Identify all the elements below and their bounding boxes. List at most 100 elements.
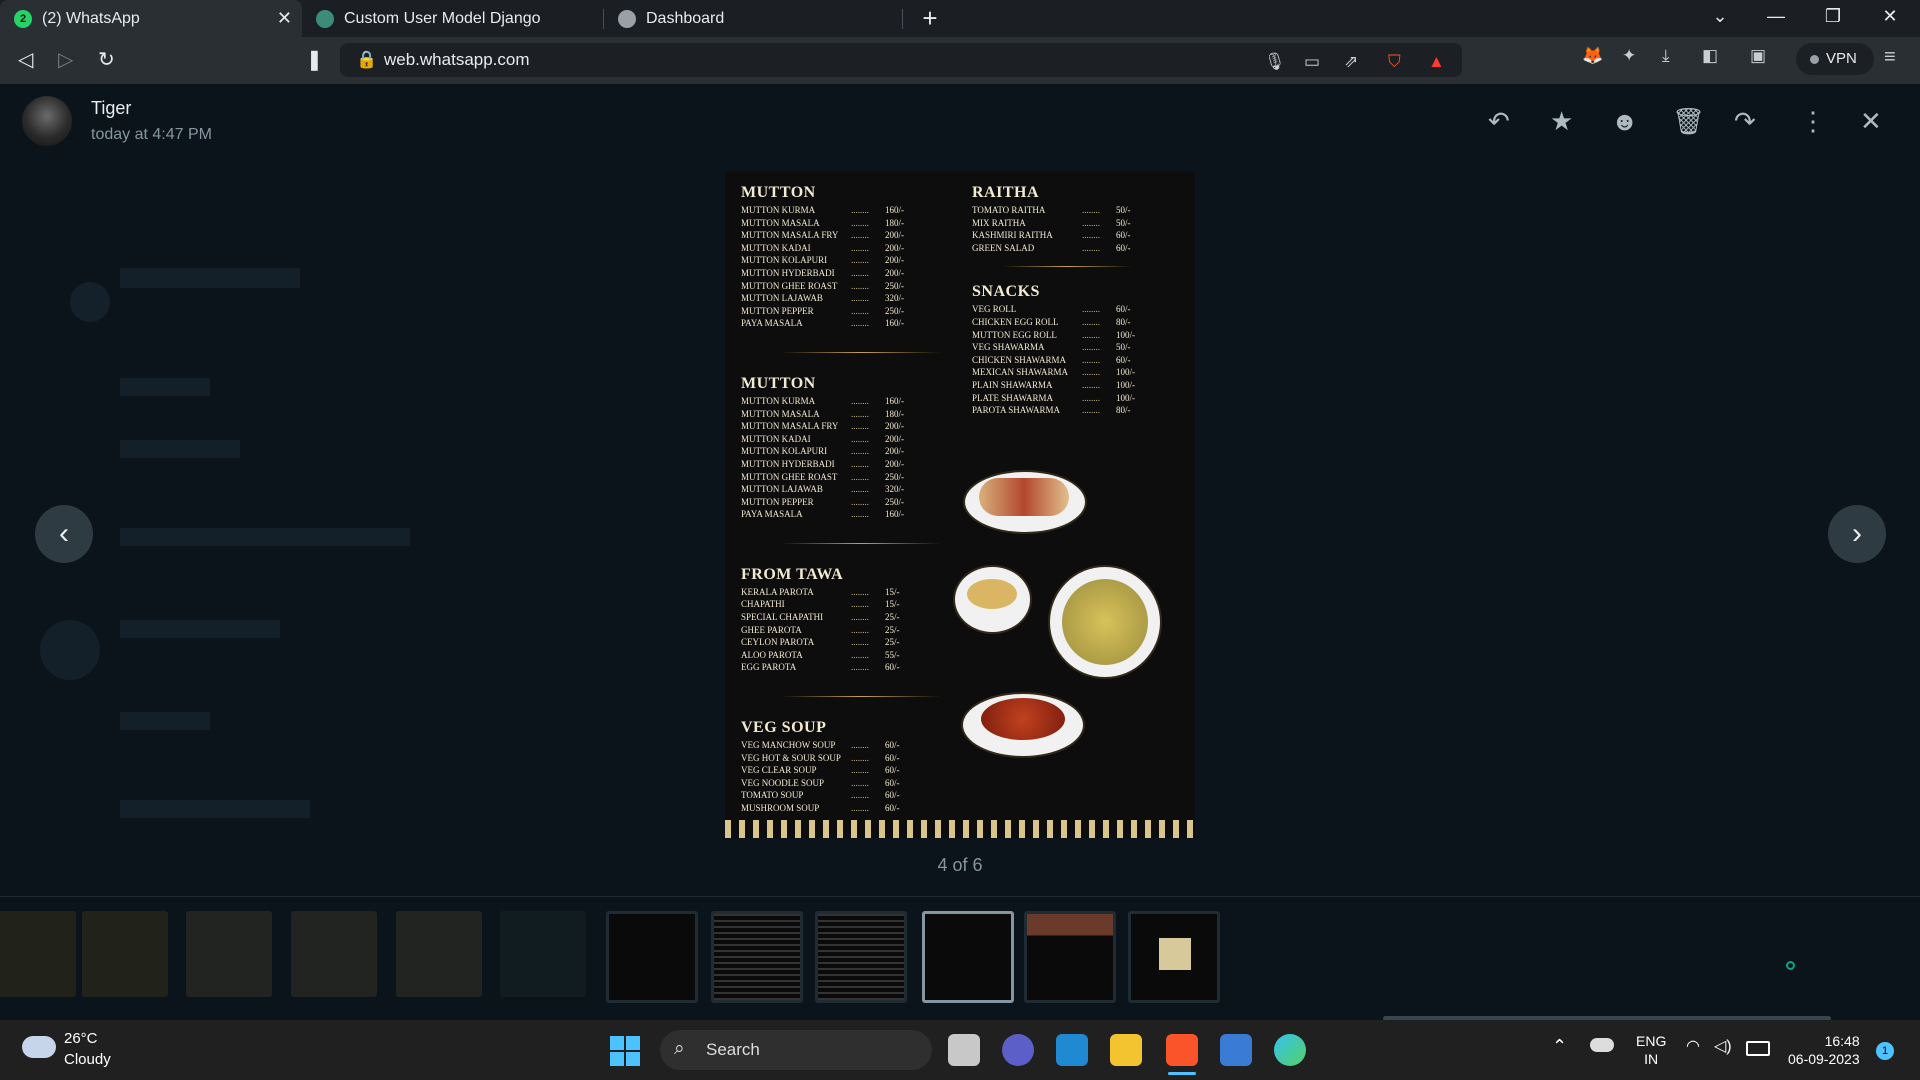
leader-dots: ........ [851, 790, 869, 801]
leader-dots: ........ [851, 305, 869, 316]
edge-icon[interactable] [1274, 1034, 1306, 1066]
share-icon[interactable]: ⇗ [1344, 52, 1358, 72]
volume-icon[interactable]: ◁) [1714, 1036, 1732, 1056]
menu-item: MUTTON GHEE ROAST........ 250/- [741, 280, 951, 293]
system-clock[interactable]: 16:48 06-09-2023 [1788, 1032, 1860, 1068]
menu-item: KASHMIRI RAITHA........ 60/- [972, 229, 1182, 242]
menu-item: GHEE PAROTA........ 25/- [741, 624, 951, 637]
brave-browser-icon[interactable] [1166, 1034, 1198, 1066]
menu-icon[interactable]: ≡ [1884, 46, 1896, 69]
address-bar[interactable]: 🔒 web.whatsapp.com 🎙 ▭ ⇗ ⛉ ▲ [340, 43, 1462, 77]
media-thumbnail[interactable] [291, 911, 377, 997]
tab-search-dropdown[interactable]: ⌄ [1700, 6, 1740, 27]
tab-custom-user-model[interactable]: Custom User Model Django [302, 0, 602, 37]
media-thumbnail[interactable] [82, 911, 168, 997]
menu-item-price: 200/- [885, 421, 904, 432]
minimize-button[interactable]: — [1756, 6, 1796, 27]
previous-media-button[interactable]: ‹ [35, 505, 93, 563]
sidebar-icon[interactable]: ◧ [1702, 46, 1718, 66]
media-thumbnail[interactable] [396, 911, 482, 997]
leader-dots: ........ [851, 293, 869, 304]
reply-icon[interactable]: ↶ [1488, 106, 1510, 137]
media-thumbnail[interactable] [0, 911, 76, 997]
menu-item-price: 60/- [1116, 304, 1131, 315]
tab-dashboard[interactable]: Dashboard [604, 0, 900, 37]
close-tab-icon[interactable]: ✕ [277, 8, 292, 29]
back-icon[interactable]: ◁ [18, 47, 33, 72]
microsoft-store-icon[interactable] [1220, 1034, 1252, 1066]
menu-item: PLAIN SHAWARMA........ 100/- [972, 379, 1182, 392]
file-explorer-icon[interactable] [1110, 1034, 1142, 1066]
windows-taskbar: 26°C Cloudy ⌕ Search ⌃ ENG IN ◠ ◁) 16:48… [0, 1020, 1920, 1080]
close-viewer-icon[interactable]: ✕ [1860, 106, 1882, 137]
cloud-icon[interactable] [22, 1036, 56, 1058]
next-media-button[interactable]: › [1828, 505, 1886, 563]
reload-icon[interactable]: ↻ [98, 47, 115, 72]
globe-icon [618, 9, 636, 28]
brave-shields-icon[interactable]: ⛉ [1388, 52, 1401, 72]
forward-icon[interactable]: ▷ [58, 47, 73, 72]
download-icon[interactable]: ⤓ [1662, 46, 1670, 66]
soup-bowl-photo [955, 567, 1030, 632]
react-emoji-icon[interactable]: ☻ [1611, 106, 1638, 137]
ghost-row [120, 378, 210, 396]
metamask-icon[interactable]: 🦊 [1582, 46, 1603, 66]
menu-item: MUTTON GHEE ROAST........ 250/- [741, 471, 951, 484]
notification-badge[interactable]: 1 [1876, 1042, 1894, 1060]
battery-icon[interactable] [1746, 1041, 1770, 1056]
forward-icon[interactable]: ↷ [1734, 106, 1756, 137]
brave-rewards-icon[interactable]: ▲ [1428, 52, 1445, 72]
wifi-icon[interactable]: ◠ [1686, 1036, 1700, 1056]
menu-image: MUTTON MUTTON KURMA........ 160/- MUTTON M… [725, 172, 1195, 838]
leader-dots: ........ [851, 740, 869, 751]
menu-item: CHAPATHI........ 15/- [741, 598, 951, 611]
tab-whatsapp[interactable]: 2 (2) WhatsApp ✕ [0, 0, 302, 37]
menu-item-name: PAYA MASALA [741, 318, 803, 329]
menu-item: MUTTON MASALA FRY........ 200/- [741, 420, 951, 433]
teams-chat-icon[interactable] [1002, 1034, 1034, 1066]
vpn-button[interactable]: VPN [1796, 43, 1874, 75]
media-thumbnail[interactable] [815, 911, 907, 1003]
menu-item-price: 160/- [885, 205, 904, 215]
input-language[interactable]: ENG IN [1636, 1032, 1666, 1068]
menu-item-name: MUTTON PEPPER [741, 496, 814, 507]
more-options-icon[interactable]: ⋮ [1800, 106, 1826, 137]
bookmark-icon[interactable]: ❚ [306, 47, 323, 72]
media-thumbnail[interactable] [606, 911, 698, 1003]
menu-item: MUTTON KOLAPURI........ 200/- [741, 254, 951, 267]
sender-avatar[interactable] [22, 96, 72, 146]
taskbar-search[interactable]: ⌕ Search [660, 1030, 932, 1070]
media-thumbnail[interactable] [500, 911, 586, 997]
ornament-divider [781, 542, 941, 544]
microphone-icon[interactable]: 🎙 [1264, 52, 1286, 72]
wallet-icon[interactable]: ▣ [1750, 46, 1766, 66]
media-thumbnail-selected[interactable] [922, 911, 1014, 1003]
close-window-button[interactable]: ✕ [1870, 6, 1910, 27]
menu-item-name: MIX RAITHA [972, 217, 1026, 228]
media-thumbnail[interactable] [711, 911, 803, 1003]
menu-left-column: MUTTON MUTTON KURMA........ 160/- MUTTON M… [741, 184, 951, 815]
menu-item-price: 50/- [1116, 342, 1131, 353]
delete-icon[interactable]: 🗑 [1672, 106, 1705, 137]
extensions-icon[interactable]: ✦ [1622, 46, 1636, 66]
leader-dots: ........ [851, 446, 869, 457]
star-icon[interactable]: ★ [1550, 106, 1573, 137]
task-view-icon[interactable] [948, 1034, 980, 1066]
menu-item-price: 160/- [885, 318, 904, 329]
menu-item-name: MUTTON MASALA FRY [741, 421, 839, 432]
ghost-row [120, 620, 280, 638]
onedrive-icon[interactable] [1590, 1038, 1614, 1052]
media-thumbnail[interactable] [186, 911, 272, 997]
start-icon[interactable] [610, 1036, 640, 1066]
restore-button[interactable]: ❐ [1813, 6, 1853, 27]
new-tab-button[interactable]: + [910, 3, 950, 34]
ghost-row [120, 440, 240, 458]
tab-label: Dashboard [646, 9, 725, 27]
tray-chevron-up-icon[interactable]: ⌃ [1552, 1036, 1567, 1057]
menu-item-price: 160/- [885, 395, 904, 406]
media-thumbnail[interactable] [1024, 911, 1116, 1003]
cast-icon[interactable]: ▭ [1304, 52, 1320, 72]
media-thumbnail[interactable] [1128, 911, 1220, 1003]
menu-item-name: TOMATO RAITHA [972, 205, 1046, 215]
vscode-icon[interactable] [1056, 1034, 1088, 1066]
